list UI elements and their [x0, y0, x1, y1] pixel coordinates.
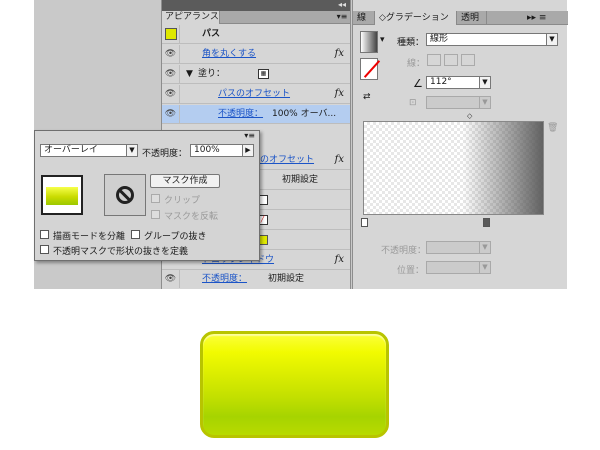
- make-mask-button[interactable]: マスク作成: [150, 174, 220, 188]
- offset-path-link[interactable]: パスのオフセット: [218, 85, 290, 103]
- round-corners-row[interactable]: 👁 角を丸くする fx: [162, 45, 350, 64]
- chevron-down-icon: ▼: [546, 34, 557, 45]
- knockout-group-checkbox[interactable]: [131, 230, 140, 239]
- appearance-tab-bar: アピアランス ▾≡: [162, 11, 350, 24]
- fill-row[interactable]: 👁 ▼ 塗り： ▦: [162, 65, 350, 84]
- blend-mode-value: オーバーレイ: [44, 145, 98, 155]
- gradient-stop-right-icon[interactable]: [483, 218, 490, 227]
- clip-label: クリップ: [164, 196, 201, 206]
- no-mask-icon: [116, 186, 134, 204]
- panel-menu-icon[interactable]: ▾≡: [336, 12, 348, 22]
- stroke-option-1-icon[interactable]: [427, 54, 441, 66]
- offset-path-row[interactable]: 👁 パスのオフセット fx: [162, 85, 350, 104]
- aspect-ratio-select[interactable]: ▼: [426, 96, 491, 109]
- stroke-option-3-icon[interactable]: [461, 54, 475, 66]
- angle-value: 112°: [430, 77, 452, 87]
- gradient-type-value: 線形: [430, 34, 449, 44]
- fill-label: 塗り：: [198, 69, 226, 79]
- type-label: 種類：: [397, 38, 425, 48]
- tab-transparency[interactable]: 透明: [457, 11, 487, 25]
- stroke-swatch-icon[interactable]: [360, 58, 381, 80]
- knockout-group-label: グループの抜き: [144, 232, 207, 242]
- gradient-slider[interactable]: [363, 121, 544, 215]
- chevron-down-icon[interactable]: ▾: [380, 35, 385, 45]
- opacity-mask-checkbox[interactable]: [40, 245, 49, 254]
- invert-mask-checkbox[interactable]: [151, 210, 160, 219]
- object-name: パス: [202, 29, 221, 39]
- delete-stop-icon[interactable]: 🗑: [547, 123, 558, 133]
- gradient-type-select[interactable]: 線形 ▼: [426, 33, 558, 46]
- opacity-link[interactable]: 不透明度：: [218, 105, 263, 123]
- disclosure-triangle-icon[interactable]: ▼: [186, 65, 193, 83]
- invert-mask-label: マスクを反転: [164, 212, 219, 222]
- blend-mode-select[interactable]: オーバーレイ ▼: [40, 144, 138, 157]
- midpoint-diamond-icon[interactable]: ◇: [467, 112, 472, 120]
- panel-collapse-bar[interactable]: ◂◂: [162, 0, 350, 11]
- stop-opacity-label: 不透明度：: [381, 246, 427, 256]
- isolate-blending-label: 描画モードを分離: [53, 232, 126, 242]
- fx-icon: fx: [334, 88, 344, 99]
- popover-menu-icon[interactable]: ▾≡: [244, 131, 255, 140]
- thumbnail: [162, 25, 180, 43]
- angle-select[interactable]: 112° ▼: [426, 76, 491, 89]
- object-thumbnail-icon: [164, 27, 177, 40]
- gradient-swatch-icon[interactable]: [360, 31, 378, 53]
- tab-stroke[interactable]: 線: [353, 11, 375, 25]
- reverse-gradient-icon[interactable]: ⇄: [363, 92, 371, 102]
- chevron-down-icon: ▼: [479, 97, 490, 108]
- opacity-value-2: 初期設定: [268, 274, 305, 284]
- transparency-popover: ▾≡ オーバーレイ ▼ 不透明度： 100% ▶ マスク作成 クリップ マスクを…: [34, 130, 260, 261]
- chevron-down-icon: ▼: [479, 77, 490, 88]
- tab-gradient[interactable]: ◇グラデーション: [375, 11, 457, 25]
- chevron-down-icon: ▼: [479, 262, 490, 273]
- fx-icon: fx: [334, 154, 344, 165]
- round-corners-link[interactable]: 角を丸くする: [202, 45, 256, 63]
- opacity-value: 100% オーバ...: [272, 109, 337, 119]
- artwork-preview: [46, 187, 78, 205]
- fx-icon: fx: [334, 48, 344, 59]
- stroke-label: 線：: [407, 59, 426, 69]
- fill-swatch-icon[interactable]: ▦: [258, 65, 269, 83]
- artwork-thumbnail[interactable]: [41, 175, 83, 215]
- stroke-option-2-icon[interactable]: [444, 54, 458, 66]
- tab-appearance[interactable]: アピアランス: [162, 11, 220, 24]
- aspect-ratio-icon: ⊡: [409, 98, 417, 108]
- gradient-panel: 線 ◇グラデーション 透明 ▸▸ ≡ ▾ 種類： 線形 ▼ 線： ∠ 112° …: [352, 0, 568, 289]
- angle-icon: ∠: [413, 77, 423, 90]
- chevron-right-icon: ▶: [242, 145, 253, 156]
- opacity-link-2[interactable]: 不透明度：: [202, 270, 247, 288]
- mask-thumbnail[interactable]: [104, 174, 146, 216]
- stop-position-label: 位置：: [397, 266, 425, 276]
- isolate-blending-checkbox[interactable]: [40, 230, 49, 239]
- gradient-rectangle-artwork: [200, 331, 389, 438]
- opacity-mask-label: 不透明マスクで形状の抜きを定義: [53, 247, 189, 257]
- opacity-input-value: 100%: [194, 145, 220, 155]
- visibility-eye-icon[interactable]: 👁: [162, 105, 180, 123]
- opacity-row-selected[interactable]: 👁 不透明度： 100% オーバ...: [162, 105, 350, 124]
- gradient-tab-bar: 線 ◇グラデーション 透明 ▸▸ ≡: [353, 11, 568, 25]
- stop-position-select[interactable]: ▼: [426, 261, 491, 274]
- panel-menu-icon[interactable]: ▸▸ ≡: [523, 11, 550, 25]
- gradient-stop-left-icon[interactable]: [361, 218, 368, 227]
- opacity-input[interactable]: 100% ▶: [190, 144, 254, 157]
- fx-icon: fx: [334, 254, 344, 265]
- default-setting-text: 初期設定: [282, 175, 319, 185]
- opacity-row-2[interactable]: 👁 不透明度： 初期設定: [162, 270, 350, 289]
- object-row[interactable]: パス: [162, 25, 350, 44]
- clip-checkbox[interactable]: [151, 194, 160, 203]
- visibility-eye-icon[interactable]: 👁: [162, 270, 180, 288]
- chevron-down-icon: ▼: [126, 145, 137, 156]
- visibility-eye-icon[interactable]: 👁: [162, 65, 180, 83]
- visibility-eye-icon[interactable]: 👁: [162, 45, 180, 63]
- opacity-label: 不透明度：: [142, 149, 188, 159]
- visibility-eye-icon[interactable]: 👁: [162, 85, 180, 103]
- stop-opacity-select[interactable]: ▼: [426, 241, 491, 254]
- chevron-down-icon: ▼: [479, 242, 490, 253]
